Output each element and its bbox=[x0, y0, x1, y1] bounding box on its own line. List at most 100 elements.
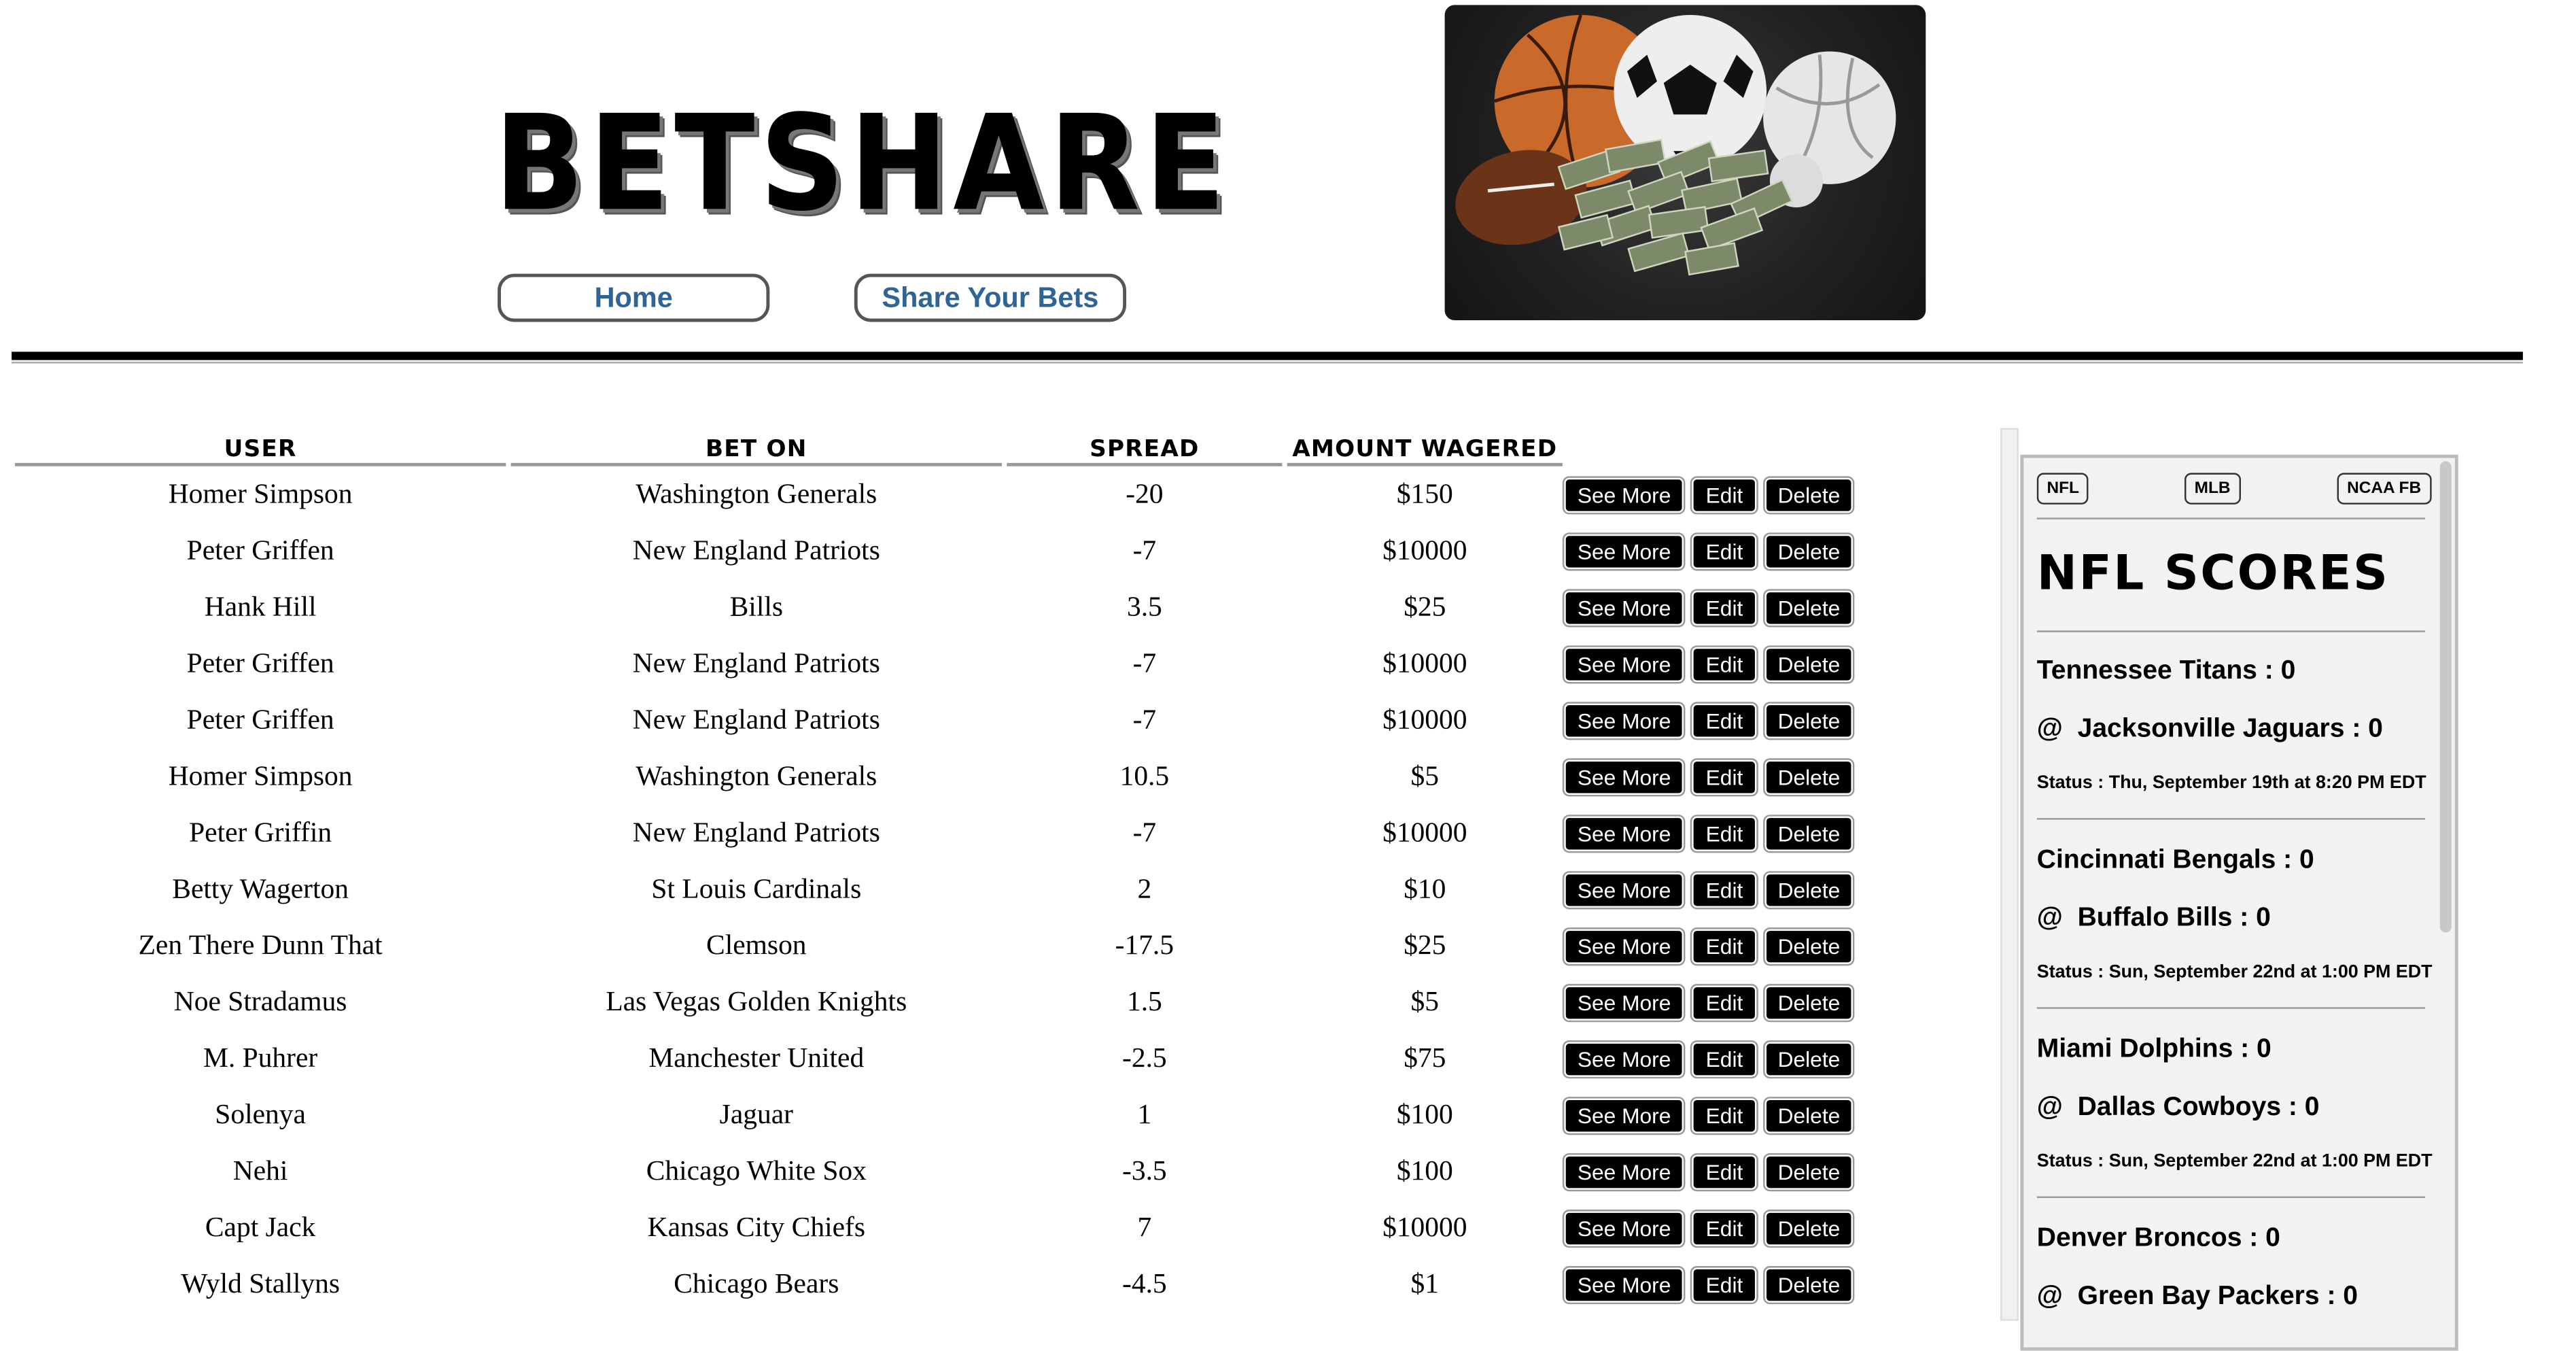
share-your-bets-button[interactable]: Share Your Bets bbox=[854, 273, 1127, 322]
see-more-button[interactable]: See More bbox=[1562, 984, 1686, 1023]
edit-button[interactable]: Edit bbox=[1690, 589, 1758, 628]
edit-button[interactable]: Edit bbox=[1690, 1153, 1758, 1192]
delete-button[interactable]: Delete bbox=[1762, 476, 1856, 515]
edit-button[interactable]: Edit bbox=[1690, 1210, 1758, 1248]
delete-button[interactable]: Delete bbox=[1762, 589, 1856, 628]
table-row: Wyld Stallyns Chicago Bears -4.5 $1 See More… bbox=[15, 1256, 1898, 1312]
cell-spread: -7 bbox=[1132, 647, 1157, 679]
scores-outer-scrollbar[interactable] bbox=[2000, 428, 2019, 1321]
edit-button[interactable]: Edit bbox=[1690, 702, 1758, 740]
see-more-button[interactable]: See More bbox=[1562, 476, 1686, 515]
see-more-button[interactable]: See More bbox=[1562, 758, 1686, 797]
see-more-button[interactable]: See More bbox=[1562, 1040, 1686, 1079]
cell-amount: $10000 bbox=[1382, 647, 1467, 679]
see-more-button[interactable]: See More bbox=[1562, 1210, 1686, 1248]
cell-bet-on: New England Patriots bbox=[632, 647, 880, 679]
cell-bet-on: Chicago Bears bbox=[674, 1267, 839, 1299]
cell-spread: 1.5 bbox=[1126, 985, 1162, 1017]
tab-ncaa-fb[interactable]: NCAA FB bbox=[2337, 473, 2431, 505]
cell-user: Peter Griffen bbox=[186, 703, 334, 736]
table-row: Peter Griffen New England Patriots -7 $1000… bbox=[15, 636, 1898, 692]
table-row: Homer Simpson Washington Generals 10.5 $5 Se… bbox=[15, 749, 1898, 805]
row-actions: See More Edit Delete bbox=[1562, 974, 1898, 1031]
see-more-button[interactable]: See More bbox=[1562, 1153, 1686, 1192]
cell-spread: 7 bbox=[1137, 1211, 1152, 1243]
cell-user: Wyld Stallyns bbox=[181, 1267, 341, 1299]
edit-button[interactable]: Edit bbox=[1690, 758, 1758, 797]
delete-button[interactable]: Delete bbox=[1762, 645, 1856, 684]
delete-button[interactable]: Delete bbox=[1762, 871, 1856, 910]
game-2-away: Cincinnati Bengals : 0 bbox=[2036, 846, 2314, 875]
column-header-bet-on: BET ON bbox=[510, 430, 1003, 466]
see-more-button[interactable]: See More bbox=[1562, 815, 1686, 853]
cell-spread: -3.5 bbox=[1122, 1155, 1167, 1186]
see-more-button[interactable]: See More bbox=[1562, 1097, 1686, 1135]
cell-spread: 10.5 bbox=[1119, 759, 1170, 792]
tab-mlb[interactable]: MLB bbox=[2185, 473, 2241, 505]
delete-button[interactable]: Delete bbox=[1762, 1210, 1856, 1248]
game-1-away: Tennessee Titans : 0 bbox=[2036, 657, 2296, 685]
see-more-button[interactable]: See More bbox=[1562, 532, 1686, 571]
row-actions: See More Edit Delete bbox=[1562, 579, 1898, 636]
cell-bet-on: Kansas City Chiefs bbox=[647, 1211, 866, 1243]
edit-button[interactable]: Edit bbox=[1690, 1040, 1758, 1079]
header-divider bbox=[12, 352, 2523, 360]
row-actions: See More Edit Delete bbox=[1562, 692, 1898, 749]
row-actions: See More Edit Delete bbox=[1562, 805, 1898, 861]
cell-spread: 1 bbox=[1137, 1098, 1152, 1130]
see-more-button[interactable]: See More bbox=[1562, 702, 1686, 740]
cell-amount: $10000 bbox=[1382, 1211, 1467, 1243]
row-actions: See More Edit Delete bbox=[1562, 861, 1898, 918]
delete-button[interactable]: Delete bbox=[1762, 984, 1856, 1023]
bets-table: USER BET ON SPREAD AMOUNT WAGERED Homer … bbox=[14, 430, 1898, 1312]
delete-button[interactable]: Delete bbox=[1762, 532, 1856, 571]
see-more-button[interactable]: See More bbox=[1562, 589, 1686, 628]
home-button[interactable]: Home bbox=[498, 273, 770, 322]
table-row: Homer Simpson Washington Generals -20 $150 S… bbox=[15, 466, 1898, 523]
row-actions: See More Edit Delete bbox=[1562, 523, 1898, 579]
cell-user: Homer Simpson bbox=[168, 759, 353, 792]
cell-spread: -4.5 bbox=[1122, 1267, 1167, 1299]
cell-amount: $75 bbox=[1404, 1042, 1446, 1074]
edit-button[interactable]: Edit bbox=[1690, 815, 1758, 853]
cell-user: Betty Wagerton bbox=[172, 872, 349, 905]
game-4-home: @ Green Bay Packers : 0 bbox=[2036, 1282, 2359, 1311]
tab-nfl[interactable]: NFL bbox=[2036, 473, 2089, 505]
see-more-button[interactable]: See More bbox=[1562, 871, 1686, 910]
edit-button[interactable]: Edit bbox=[1690, 984, 1758, 1023]
cell-bet-on: Las Vegas Golden Knights bbox=[606, 985, 907, 1017]
table-row: Noe Stradamus Las Vegas Golden Knights 1.5… bbox=[15, 974, 1898, 1031]
delete-button[interactable]: Delete bbox=[1762, 1266, 1856, 1305]
cell-amount: $10 bbox=[1404, 872, 1446, 905]
delete-button[interactable]: Delete bbox=[1762, 927, 1856, 966]
row-actions: See More Edit Delete bbox=[1562, 1199, 1898, 1256]
edit-button[interactable]: Edit bbox=[1690, 1266, 1758, 1305]
game-2-status: Status : Sun, September 22nd at 1:00 PM … bbox=[2036, 962, 2433, 982]
table-row: Betty Wagerton St Louis Cardinals 2 $10 See … bbox=[15, 861, 1898, 918]
delete-button[interactable]: Delete bbox=[1762, 1097, 1856, 1135]
edit-button[interactable]: Edit bbox=[1690, 532, 1758, 571]
delete-button[interactable]: Delete bbox=[1762, 1040, 1856, 1079]
delete-button[interactable]: Delete bbox=[1762, 702, 1856, 740]
edit-button[interactable]: Edit bbox=[1690, 645, 1758, 684]
cell-bet-on: Clemson bbox=[706, 929, 807, 961]
cell-amount: $25 bbox=[1404, 590, 1446, 623]
see-more-button[interactable]: See More bbox=[1562, 927, 1686, 966]
game-4-away: Denver Broncos : 0 bbox=[2036, 1225, 2280, 1253]
game-3-away: Miami Dolphins : 0 bbox=[2036, 1035, 2272, 1064]
header-divider-shadow bbox=[12, 362, 2523, 364]
scores-scrollbar-thumb[interactable] bbox=[2439, 461, 2452, 933]
delete-button[interactable]: Delete bbox=[1762, 1153, 1856, 1192]
cell-amount: $25 bbox=[1404, 929, 1446, 961]
see-more-button[interactable]: See More bbox=[1562, 645, 1686, 684]
see-more-button[interactable]: See More bbox=[1562, 1266, 1686, 1305]
edit-button[interactable]: Edit bbox=[1690, 927, 1758, 966]
delete-button[interactable]: Delete bbox=[1762, 815, 1856, 853]
edit-button[interactable]: Edit bbox=[1690, 476, 1758, 515]
delete-button[interactable]: Delete bbox=[1762, 758, 1856, 797]
cell-user: Peter Griffen bbox=[186, 647, 334, 679]
cell-user: Noe Stradamus bbox=[173, 985, 347, 1017]
cell-bet-on: Chicago White Sox bbox=[646, 1155, 867, 1186]
edit-button[interactable]: Edit bbox=[1690, 1097, 1758, 1135]
edit-button[interactable]: Edit bbox=[1690, 871, 1758, 910]
